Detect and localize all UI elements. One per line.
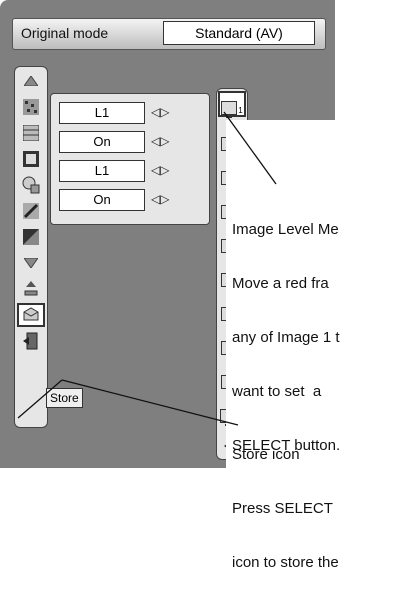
- callout-lines: [17, 111, 277, 426]
- store-callout-line: [17, 379, 63, 419]
- description-line: icon to store the: [232, 554, 339, 571]
- store-callout-line: [61, 379, 239, 426]
- description-line: Press SELECT: [232, 500, 333, 517]
- image-level-callout-line: [223, 111, 277, 185]
